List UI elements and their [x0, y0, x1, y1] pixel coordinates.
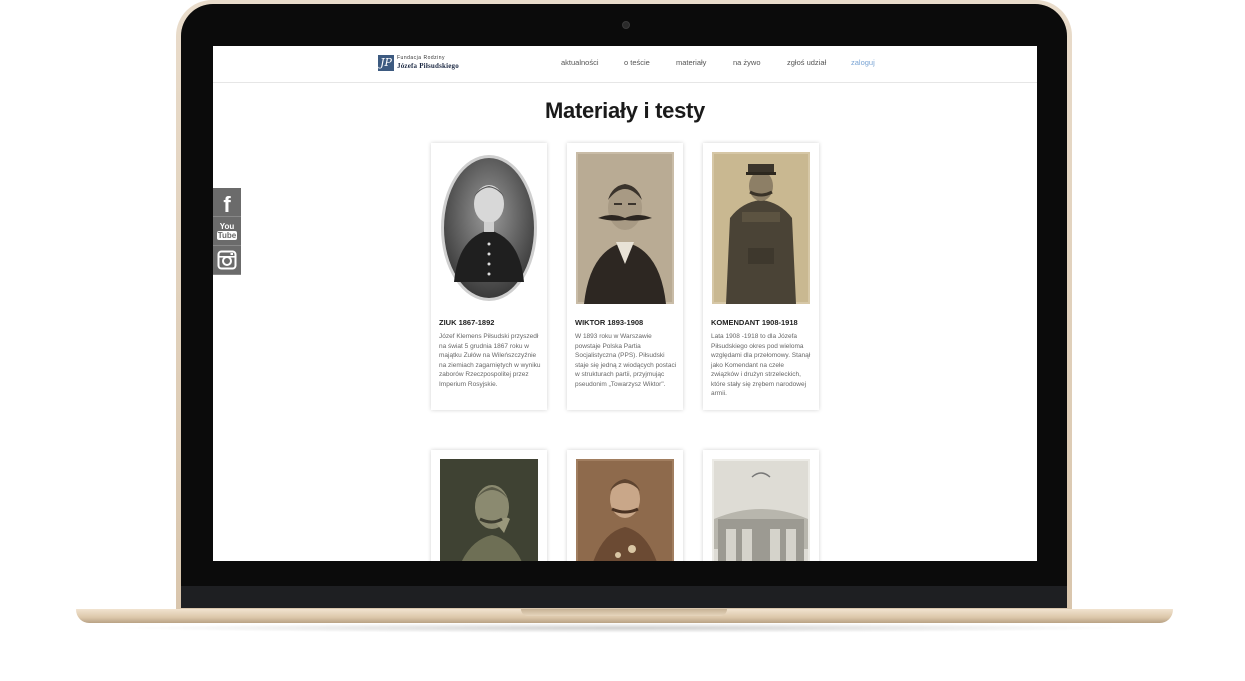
portrait-photo — [440, 152, 538, 304]
portrait-photo — [576, 152, 674, 304]
screen-chin — [181, 586, 1067, 608]
card-title: ZIUK 1867-1892 — [439, 318, 495, 327]
portrait-photo — [712, 459, 810, 561]
nav-zglos-udzial[interactable]: zgłoś udział — [787, 58, 826, 67]
logo-mark-icon: JP — [378, 55, 394, 71]
instagram-icon — [217, 250, 237, 270]
youtube-icon: You Tube — [216, 222, 238, 240]
nav-zaloguj[interactable]: zaloguj — [851, 58, 875, 67]
laptop-shadow — [110, 623, 1140, 633]
youtube-label-bottom: Tube — [216, 231, 238, 240]
material-card[interactable] — [567, 450, 683, 561]
material-card[interactable]: KOMENDANT 1908-1918 Lata 1908 -1918 to d… — [703, 143, 819, 410]
card-text: Lata 1908 -1918 to dla Józefa Piłsudskie… — [711, 333, 811, 397]
facebook-button[interactable]: f — [213, 188, 241, 217]
material-card[interactable] — [431, 450, 547, 561]
material-card[interactable] — [703, 450, 819, 561]
portrait-photo — [440, 459, 538, 561]
nav-materialy[interactable]: materiały — [676, 58, 706, 67]
card-text: Józef Klemens Piłsudski przyszedł na świ… — [439, 333, 541, 388]
nav-na-zywo[interactable]: na żywo — [733, 58, 761, 67]
youtube-button[interactable]: You Tube — [213, 217, 241, 246]
portrait-photo — [576, 459, 674, 561]
page-title: Materiały i testy — [545, 98, 705, 123]
logo-line2: Józefa Piłsudskiego — [397, 62, 459, 70]
youtube-label-top: You — [219, 222, 235, 231]
laptop-notch — [521, 609, 727, 616]
site-header: JP Fundacja Rodziny Józefa Piłsudskiego … — [213, 46, 1037, 83]
nav-aktualnosci[interactable]: aktualności — [561, 58, 599, 67]
card-title: KOMENDANT 1908-1918 — [711, 318, 798, 327]
instagram-button[interactable] — [213, 246, 241, 275]
facebook-icon: f — [223, 192, 231, 217]
site-logo[interactable]: JP Fundacja Rodziny Józefa Piłsudskiego — [378, 55, 459, 73]
browser-screen: JP Fundacja Rodziny Józefa Piłsudskiego … — [213, 46, 1037, 561]
nav-o-tescie[interactable]: o teście — [624, 58, 650, 67]
material-card[interactable]: WIKTOR 1893-1908 W 1893 roku w Warszawie… — [567, 143, 683, 410]
card-title: WIKTOR 1893-1908 — [575, 318, 644, 327]
material-card[interactable]: ZIUK 1867-1892 Józef Klemens Piłsudski p… — [431, 143, 547, 410]
portrait-photo — [712, 152, 810, 304]
camera-icon — [622, 21, 630, 29]
card-text: W 1893 roku w Warszawie powstaje Polska … — [575, 333, 677, 388]
logo-line1: Fundacja Rodziny — [397, 55, 446, 61]
